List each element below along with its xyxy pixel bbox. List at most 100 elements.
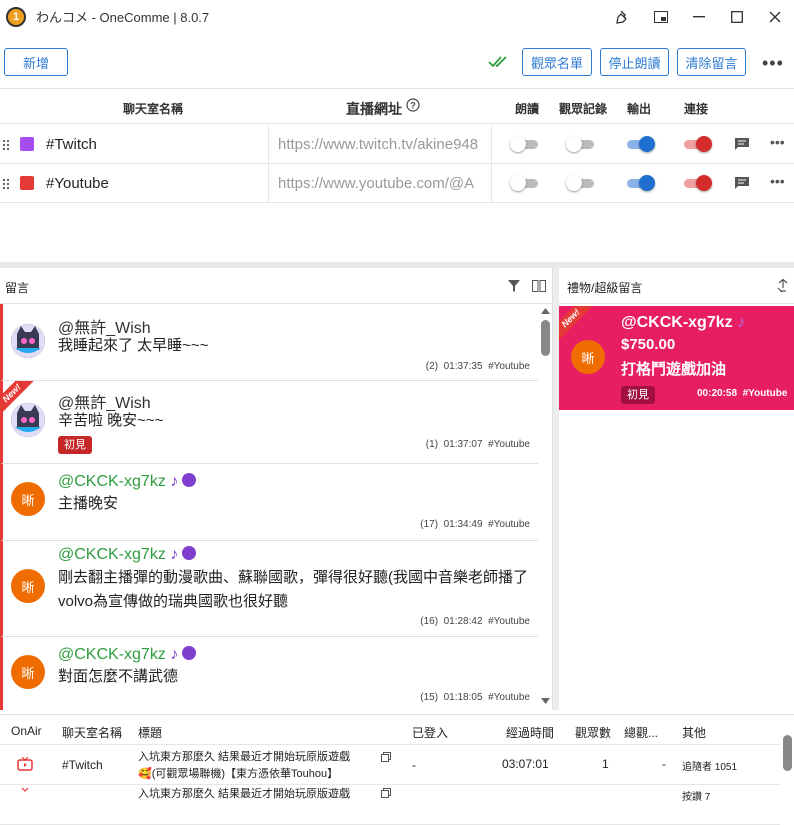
comment-meta: (1) 01:37:07 #Youtube <box>425 439 530 450</box>
viewer-log-toggle[interactable] <box>566 173 596 193</box>
room-name[interactable]: #Youtube <box>46 175 109 192</box>
live-tv-icon <box>17 756 33 774</box>
music-note-icon: ♪ <box>737 314 746 331</box>
columns-icon[interactable] <box>532 280 546 292</box>
status-total: - <box>662 757 666 771</box>
minimize-button[interactable] <box>680 0 718 33</box>
scroll-up-icon[interactable] <box>541 308 550 314</box>
col-other: 其他 <box>682 726 707 740</box>
music-note-icon: ♪ <box>170 473 179 490</box>
clear-comments-button[interactable]: 清除留言 <box>677 48 746 76</box>
url-input[interactable]: https://www.twitch.tv/akine948 <box>268 125 492 163</box>
copy-icon[interactable] <box>381 787 391 801</box>
avatar <box>11 403 45 437</box>
super-chat-card[interactable]: New! 晰 @CKCK-xg7kz ♪ $750.00 打格鬥遊戲加油 初見 … <box>559 306 794 410</box>
status-row[interactable]: 入坑東方那麼久 結果最近才開始玩原版遊戲 按讚 7 <box>0 785 780 825</box>
col-viewers: 觀眾數 <box>575 726 612 740</box>
username: @CKCK-xg7kz ♪ <box>621 314 746 331</box>
comment-meta: (17) 01:34:49 #Youtube <box>420 519 530 530</box>
first-time-badge: 初見 <box>58 436 92 454</box>
avatar: 晰 <box>11 655 45 689</box>
chat-icon[interactable] <box>734 176 750 190</box>
avatar: 晰 <box>11 569 45 603</box>
drag-handle-icon[interactable] <box>2 139 10 151</box>
col-elapsed: 經過時間 <box>506 726 555 740</box>
gift-meta: 00:20:58 #Youtube <box>697 388 788 399</box>
add-button[interactable]: 新增 <box>4 48 68 76</box>
header-output: 輸出 <box>627 102 652 116</box>
comments-panel-title: 留言 <box>5 281 30 295</box>
comment-item[interactable]: New! @無許_Wish 辛苦啦 晚安~~~ 初見 (1) 01:37:07 … <box>0 381 538 464</box>
header-connect: 連接 <box>684 102 709 116</box>
viewer-log-toggle[interactable] <box>566 134 596 154</box>
help-icon[interactable]: ? <box>406 98 420 115</box>
status-elapsed: 03:07:01 <box>502 757 549 771</box>
connect-toggle[interactable] <box>682 134 712 154</box>
gift-text: 打格鬥遊戲加油 <box>621 361 727 378</box>
room-color-swatch[interactable] <box>20 176 34 190</box>
output-toggle[interactable] <box>625 173 655 193</box>
member-crown-icon <box>182 645 197 660</box>
comment-item[interactable]: @無許_Wish 我睡起來了 太早睡~~~ (2) 01:37:35 #Yout… <box>0 304 538 381</box>
copy-icon[interactable] <box>381 751 391 765</box>
comment-item[interactable]: 晰 @CKCK-xg7kz ♪ 主播晚安 (17) 01:34:49 #Yout… <box>0 464 538 541</box>
rooms-grid-header: 聊天室名稱 直播網址 ? 朗讀 觀眾記錄 輸出 連接 <box>0 90 794 124</box>
connect-toggle[interactable] <box>682 173 712 193</box>
status-table-header: OnAir 聊天室名稱 標題 已登入 經過時間 觀眾數 總觀... 其他 <box>0 715 780 745</box>
room-name[interactable]: #Twitch <box>46 136 97 153</box>
row-more-icon[interactable]: ••• <box>770 174 786 190</box>
comments-scrollbar[interactable] <box>539 304 552 710</box>
scroll-down-icon[interactable] <box>541 698 550 704</box>
row-more-icon[interactable]: ••• <box>770 135 786 151</box>
col-logged: 已登入 <box>412 726 449 740</box>
collapse-icon[interactable] <box>777 279 789 292</box>
stream-title-line1: 入坑東方那麼久 結果最近才開始玩原版遊戲 <box>138 788 351 800</box>
music-note-icon: ♪ <box>170 646 179 663</box>
room-row-youtube[interactable]: #Youtube https://www.youtube.com/@A ••• <box>0 164 794 203</box>
maximize-button[interactable] <box>718 0 756 33</box>
username: @CKCK-xg7kz ♪ <box>58 472 197 491</box>
toolbar: 新增 觀眾名單 停止朗讀 清除留言 ••• <box>0 33 794 89</box>
viewer-list-button[interactable]: 觀眾名單 <box>522 48 592 76</box>
status-scroll-thumb[interactable] <box>783 735 792 771</box>
comments-scroll-thumb[interactable] <box>541 320 550 356</box>
avatar <box>11 324 45 358</box>
read-toggle[interactable] <box>510 173 540 193</box>
comment-item[interactable]: 晰 @CKCK-xg7kz ♪ 剛去翻主播彈的動漫歌曲、蘇聯國歌，彈得很好聽(我… <box>0 541 538 637</box>
filter-icon[interactable] <box>508 280 520 292</box>
stream-title-line2: 🥰(可觀眾場聯機)【東方憑依華Touhou】 <box>138 768 339 780</box>
app-logo-icon: 1 <box>6 6 26 27</box>
live-tv-icon <box>17 787 33 801</box>
comment-item[interactable]: 晰 @CKCK-xg7kz ♪ 對面怎麼不講武德 (15) 01:18:05 #… <box>0 637 538 710</box>
room-row-twitch[interactable]: #Twitch https://www.twitch.tv/akine948 •… <box>0 125 794 164</box>
username: @CKCK-xg7kz ♪ <box>58 645 197 664</box>
comments-panel: 留言 @無許_Wish 我睡起來了 太早睡~~~ (2) 01:37:35 #Y… <box>0 268 553 710</box>
stream-title-line1: 入坑東方那麼久 結果最近才開始玩原版遊戲 <box>138 751 351 763</box>
status-room: #Twitch <box>62 758 103 772</box>
avatar: 晰 <box>11 482 45 516</box>
gifts-panel: 禮物/超級留言 New! 晰 @CKCK-xg7kz ♪ $750.00 打格鬥… <box>559 268 794 710</box>
close-button[interactable] <box>756 0 794 33</box>
picture-in-picture-icon[interactable] <box>642 0 680 33</box>
chat-icon[interactable] <box>734 137 750 151</box>
comment-meta: (16) 01:28:42 #Youtube <box>420 616 530 627</box>
pin-icon[interactable] <box>604 0 642 33</box>
first-time-badge: 初見 <box>621 386 655 404</box>
username: @CKCK-xg7kz ♪ <box>58 545 197 564</box>
more-menu-icon[interactable]: ••• <box>762 53 784 74</box>
output-toggle[interactable] <box>625 134 655 154</box>
comment-text: 主播晚安 <box>58 495 119 512</box>
gifts-panel-title: 禮物/超級留言 <box>567 281 643 295</box>
stop-reading-button[interactable]: 停止朗讀 <box>600 48 669 76</box>
status-row[interactable]: #Twitch 入坑東方那麼久 結果最近才開始玩原版遊戲 🥰(可觀眾場聯機)【東… <box>0 745 780 785</box>
read-toggle[interactable] <box>510 134 540 154</box>
drag-handle-icon[interactable] <box>2 178 10 190</box>
comment-text: 對面怎麼不講武德 <box>58 668 179 685</box>
status-viewers: 1 <box>602 757 609 771</box>
col-total: 總觀... <box>624 726 659 740</box>
url-input[interactable]: https://www.youtube.com/@A <box>268 164 492 202</box>
avatar: 晰 <box>571 340 605 374</box>
room-color-swatch[interactable] <box>20 137 34 151</box>
double-check-icon <box>488 55 510 74</box>
header-read: 朗讀 <box>515 102 540 116</box>
